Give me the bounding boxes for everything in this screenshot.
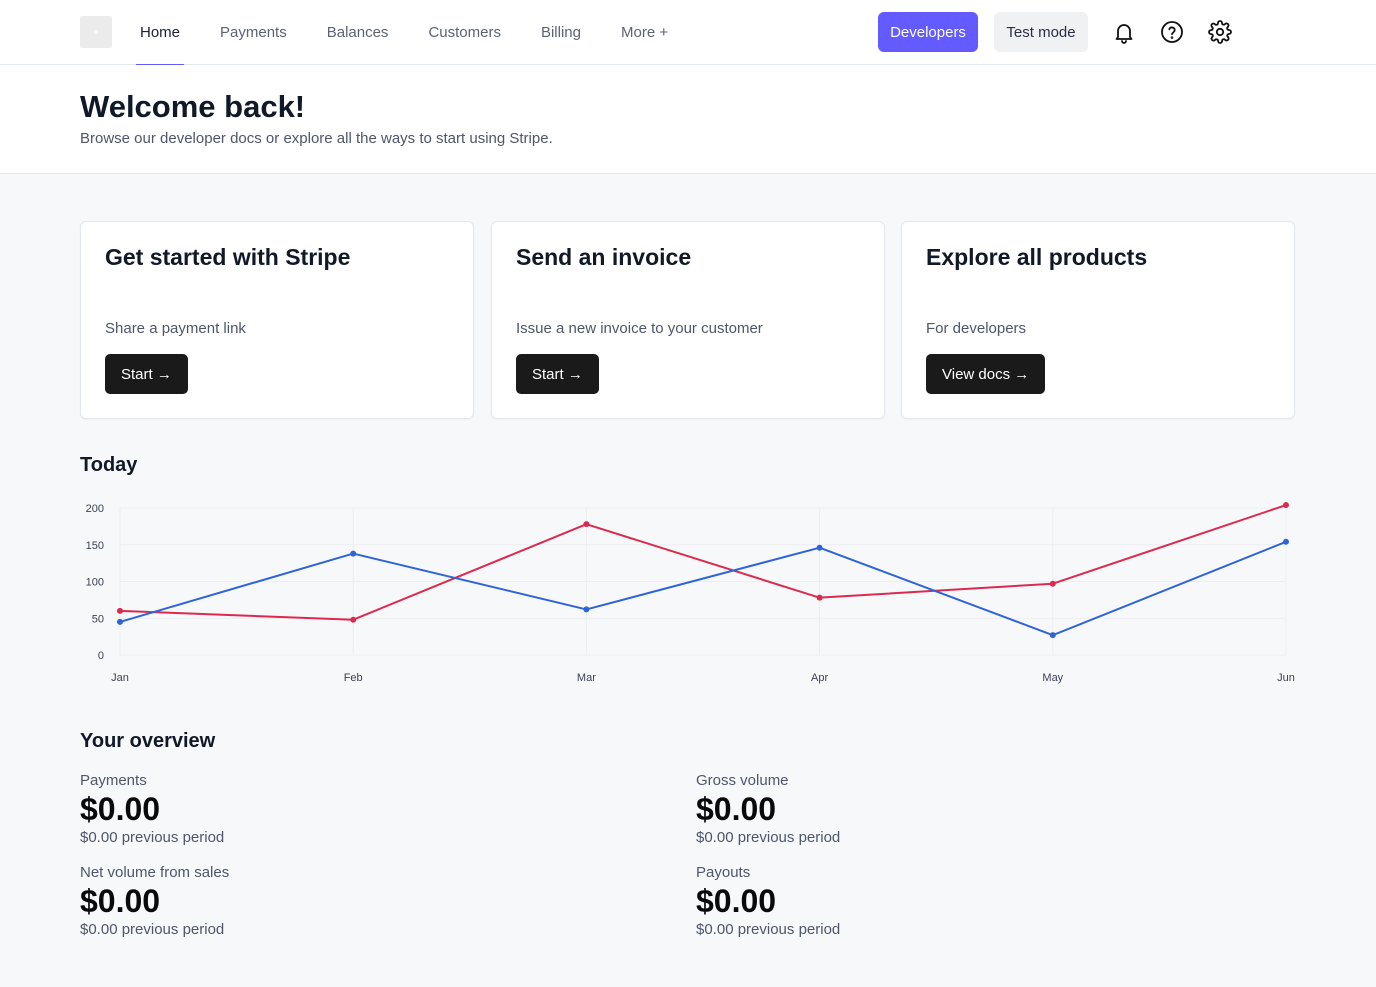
- overview-title: Your overview: [80, 730, 216, 752]
- x-tick-label: Jun: [1277, 672, 1295, 684]
- view-docs-button[interactable]: View docs →: [926, 354, 1046, 394]
- x-tick-label: Feb: [344, 672, 363, 684]
- test-mode-button[interactable]: Test mode: [994, 12, 1088, 52]
- metric-value: $0.00: [80, 791, 161, 827]
- y-tick-label: 200: [86, 503, 104, 515]
- gear-icon[interactable]: [1206, 18, 1234, 46]
- page-header: Welcome back! Browse our developer docs …: [0, 65, 1376, 174]
- x-tick-label: Mar: [577, 672, 596, 684]
- page-subtitle: Browse our developer docs or explore all…: [80, 130, 553, 147]
- series-line-1: [119, 504, 1287, 621]
- today-title: Today: [80, 454, 138, 476]
- series-line-2: [119, 540, 1287, 637]
- y-tick-label: 50: [92, 613, 104, 625]
- nav-item-payments[interactable]: Payments: [200, 0, 307, 65]
- nav-item-home[interactable]: Home: [120, 0, 200, 66]
- y-tick-label: 150: [86, 540, 104, 552]
- metric-label: Net volume from sales: [80, 864, 230, 881]
- metric-value: $0.00: [80, 883, 161, 919]
- nav-item-balances[interactable]: Balances: [307, 0, 409, 65]
- metric-label: Payments: [80, 772, 147, 789]
- data-point: [583, 521, 590, 528]
- data-point: [117, 607, 123, 614]
- metric-previous: $0.00 previous period: [696, 829, 841, 846]
- data-point: [1049, 632, 1056, 639]
- data-point: [583, 606, 590, 613]
- x-tick-label: Jan: [111, 672, 129, 684]
- metric-label: Payouts: [696, 864, 751, 881]
- card-title: Get started with Stripe: [105, 244, 351, 270]
- metric-gross-volume: Gross volume $0.00 $0.00 previous period: [696, 772, 840, 846]
- data-point: [1283, 538, 1289, 545]
- data-point: [350, 616, 357, 623]
- data-point: [350, 550, 357, 557]
- metric-net-volume: Net volume from sales $0.00 $0.00 previo…: [80, 864, 229, 938]
- card-description: Issue a new invoice to your customer: [516, 320, 763, 337]
- data-point: [1283, 502, 1289, 509]
- nav-item-customers[interactable]: Customers: [408, 0, 521, 65]
- data-point: [816, 544, 823, 551]
- main-nav: Home Payments Balances Customers Billing…: [120, 0, 688, 66]
- card-description: For developers: [926, 320, 1027, 337]
- card-get-started: Get started with Stripe Share a payment …: [80, 221, 474, 419]
- metric-previous: $0.00 previous period: [696, 921, 841, 938]
- help-icon[interactable]: [1158, 18, 1186, 46]
- x-tick-label: Apr: [811, 672, 828, 684]
- start-button[interactable]: Start →: [105, 354, 188, 394]
- logo[interactable]: [80, 16, 112, 48]
- metric-previous: $0.00 previous period: [80, 921, 225, 938]
- data-point: [816, 594, 823, 601]
- metric-payments: Payments $0.00 $0.00 previous period: [80, 772, 224, 846]
- card-title: Send an invoice: [516, 244, 692, 270]
- data-point: [117, 618, 123, 625]
- page-title: Welcome back!: [80, 89, 306, 124]
- metric-value: $0.00: [696, 791, 777, 827]
- x-tick-label: May: [1042, 672, 1063, 684]
- metric-previous: $0.00 previous period: [80, 829, 225, 846]
- card-description: Share a payment link: [105, 320, 246, 337]
- y-tick-label: 0: [98, 650, 104, 662]
- top-nav: Home Payments Balances Customers Billing…: [0, 0, 1376, 66]
- bell-icon[interactable]: [1110, 18, 1138, 46]
- card-send-invoice: Send an invoice Issue a new invoice to y…: [491, 221, 885, 419]
- y-tick-label: 100: [86, 577, 104, 589]
- today-chart: 0 50 100 150 200 Jan Feb Mar Apr May Jun: [86, 502, 1295, 684]
- start-button[interactable]: Start →: [516, 354, 599, 394]
- card-title: Explore all products: [926, 244, 1148, 270]
- metric-value: $0.00: [696, 883, 777, 919]
- metric-payouts: Payouts $0.00 $0.00 previous period: [696, 864, 840, 938]
- developers-button[interactable]: Developers: [878, 12, 978, 52]
- nav-item-billing[interactable]: Billing: [521, 0, 601, 65]
- nav-item-more[interactable]: More +: [601, 0, 688, 65]
- card-explore-products: Explore all products For developers View…: [901, 221, 1295, 419]
- data-point: [1049, 580, 1056, 587]
- metric-label: Gross volume: [696, 772, 789, 789]
